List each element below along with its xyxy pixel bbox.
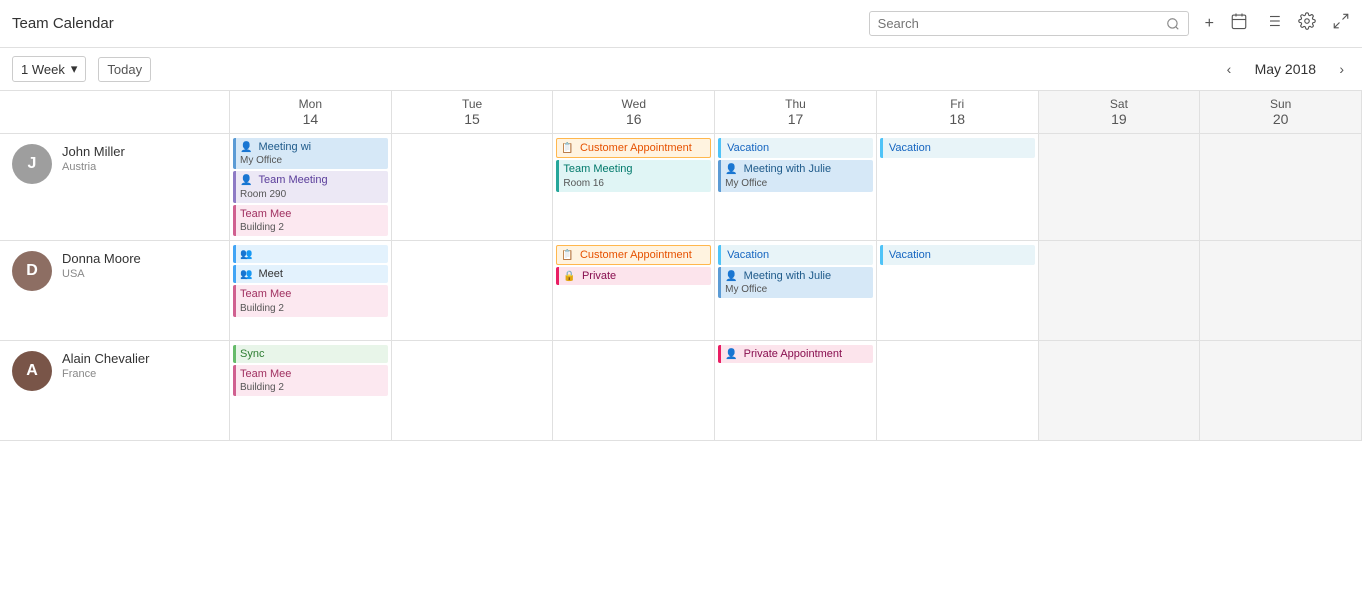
john-wed-cell: 📋 Customer Appointment Team Meeting Room… xyxy=(553,134,715,240)
day-header-fri: Fri 18 xyxy=(877,91,1039,133)
donna-mon-event-1[interactable]: 👥 xyxy=(233,245,388,263)
search-box[interactable] xyxy=(869,11,1189,36)
john-wed-event-2[interactable]: Team Meeting Room 16 xyxy=(556,160,711,191)
avatar-alain: A xyxy=(12,351,52,391)
donna-sat-cell xyxy=(1039,241,1201,340)
lock-icon: 🔒 xyxy=(563,271,575,282)
calendar-container: Mon 14 Tue 15 Wed 16 Thu 17 Fri 18 Sat 1… xyxy=(0,91,1362,441)
donna-tue-cell xyxy=(392,241,554,340)
alain-thu-cell: 👤 Private Appointment xyxy=(715,341,877,440)
person-country-donna: USA xyxy=(62,268,141,280)
person-row-donna: D Donna Moore USA 👥 👥 Meet Team Mee Buil… xyxy=(0,241,1362,341)
donna-mon-event-3[interactable]: Team Mee Building 2 xyxy=(233,285,388,316)
day-header-mon: Mon 14 xyxy=(230,91,392,133)
avatar-john: J xyxy=(12,144,52,184)
john-fri-cell: Vacation xyxy=(877,134,1039,240)
donna-wed-event-1[interactable]: 📋 Customer Appointment xyxy=(556,245,711,265)
header-spacer xyxy=(0,91,230,133)
settings-icon[interactable] xyxy=(1298,12,1316,35)
john-thu-cell: Vacation 👤 Meeting with Julie My Office xyxy=(715,134,877,240)
app-title: Team Calendar xyxy=(12,15,114,32)
donna-thu-vacation[interactable]: Vacation xyxy=(718,245,873,265)
alain-sat-cell xyxy=(1039,341,1201,440)
list-icon[interactable] xyxy=(1264,12,1282,35)
app-header: Team Calendar + xyxy=(0,0,1362,48)
person-icon: 👤 xyxy=(240,175,252,186)
person-cell-john: J John Miller Austria xyxy=(0,134,230,240)
add-icon[interactable]: + xyxy=(1205,15,1214,33)
alain-mon-event-2[interactable]: Team Mee Building 2 xyxy=(233,365,388,396)
group-icon: 👥 xyxy=(240,249,252,260)
person-country-alain: France xyxy=(62,368,149,380)
donna-thu-event-1[interactable]: 👤 Meeting with Julie My Office xyxy=(718,267,873,298)
day-header-thu: Thu 17 xyxy=(715,91,877,133)
donna-fri-cell: Vacation xyxy=(877,241,1039,340)
nav-arrows: ‹ May 2018 › xyxy=(1221,59,1350,79)
donna-wed-cell: 📋 Customer Appointment 🔒 Private xyxy=(553,241,715,340)
person-row-john: J John Miller Austria 👤 Meeting wi My Of… xyxy=(0,134,1362,241)
person-cell-alain: A Alain Chevalier France xyxy=(0,341,230,440)
chevron-down-icon: ▾ xyxy=(71,61,78,77)
avatar-donna: D xyxy=(12,251,52,291)
john-mon-event-3[interactable]: Team Mee Building 2 xyxy=(233,205,388,236)
john-wed-event-1[interactable]: 📋 Customer Appointment xyxy=(556,138,711,158)
donna-wed-event-2[interactable]: 🔒 Private xyxy=(556,267,711,285)
john-thu-event-1[interactable]: 👤 Meeting with Julie My Office xyxy=(718,160,873,191)
john-mon-event-2[interactable]: 👤 Team Meeting Room 290 xyxy=(233,171,388,202)
alain-wed-cell xyxy=(553,341,715,440)
calendar-add-icon[interactable] xyxy=(1230,12,1248,35)
person-icon: 👤 xyxy=(725,349,737,360)
expand-icon[interactable] xyxy=(1332,12,1350,35)
john-mon-cell: 👤 Meeting wi My Office 👤 Team Meeting Ro… xyxy=(230,134,392,240)
alain-sun-cell xyxy=(1200,341,1362,440)
donna-mon-event-2[interactable]: 👥 Meet xyxy=(233,265,388,283)
calendar-icon: 📋 xyxy=(561,143,573,154)
day-header-tue: Tue 15 xyxy=(392,91,554,133)
header-icons: + xyxy=(1205,12,1350,35)
person-icon: 👤 xyxy=(240,142,252,153)
person-row-alain: A Alain Chevalier France Sync Team Mee B… xyxy=(0,341,1362,441)
person-name-donna: Donna Moore xyxy=(62,251,141,266)
person-icon: 👤 xyxy=(725,271,737,282)
john-fri-vacation[interactable]: Vacation xyxy=(880,138,1035,158)
donna-thu-cell: Vacation 👤 Meeting with Julie My Office xyxy=(715,241,877,340)
john-sat-cell xyxy=(1039,134,1201,240)
week-view-label: 1 Week xyxy=(21,62,65,77)
person-country-john: Austria xyxy=(62,161,125,173)
john-thu-vacation[interactable]: Vacation xyxy=(718,138,873,158)
alain-mon-event-1[interactable]: Sync xyxy=(233,345,388,363)
search-input[interactable] xyxy=(878,16,1162,31)
month-title: May 2018 xyxy=(1245,61,1325,77)
calendar-icon: 📋 xyxy=(561,250,573,261)
week-view-select[interactable]: 1 Week ▾ xyxy=(12,56,86,82)
day-header-wed: Wed 16 xyxy=(553,91,715,133)
donna-fri-vacation[interactable]: Vacation xyxy=(880,245,1035,265)
person-name-alain: Alain Chevalier xyxy=(62,351,149,366)
search-icon xyxy=(1166,17,1180,31)
day-header-row: Mon 14 Tue 15 Wed 16 Thu 17 Fri 18 Sat 1… xyxy=(0,91,1362,134)
donna-sun-cell xyxy=(1200,241,1362,340)
next-arrow[interactable]: › xyxy=(1333,59,1350,79)
john-tue-cell xyxy=(392,134,554,240)
person-cell-donna: D Donna Moore USA xyxy=(0,241,230,340)
donna-mon-cell: 👥 👥 Meet Team Mee Building 2 xyxy=(230,241,392,340)
alain-thu-event-1[interactable]: 👤 Private Appointment xyxy=(718,345,873,363)
day-header-sat: Sat 19 xyxy=(1039,91,1201,133)
group-icon: 👥 xyxy=(240,269,252,280)
alain-tue-cell xyxy=(392,341,554,440)
person-name-john: John Miller xyxy=(62,144,125,159)
john-sun-cell xyxy=(1200,134,1362,240)
john-mon-event-1[interactable]: 👤 Meeting wi My Office xyxy=(233,138,388,169)
alain-fri-cell xyxy=(877,341,1039,440)
person-icon: 👤 xyxy=(725,164,737,175)
prev-arrow[interactable]: ‹ xyxy=(1221,59,1238,79)
alain-mon-cell: Sync Team Mee Building 2 xyxy=(230,341,392,440)
toolbar: 1 Week ▾ Today ‹ May 2018 › xyxy=(0,48,1362,91)
today-button[interactable]: Today xyxy=(98,57,151,82)
day-header-sun: Sun 20 xyxy=(1200,91,1362,133)
